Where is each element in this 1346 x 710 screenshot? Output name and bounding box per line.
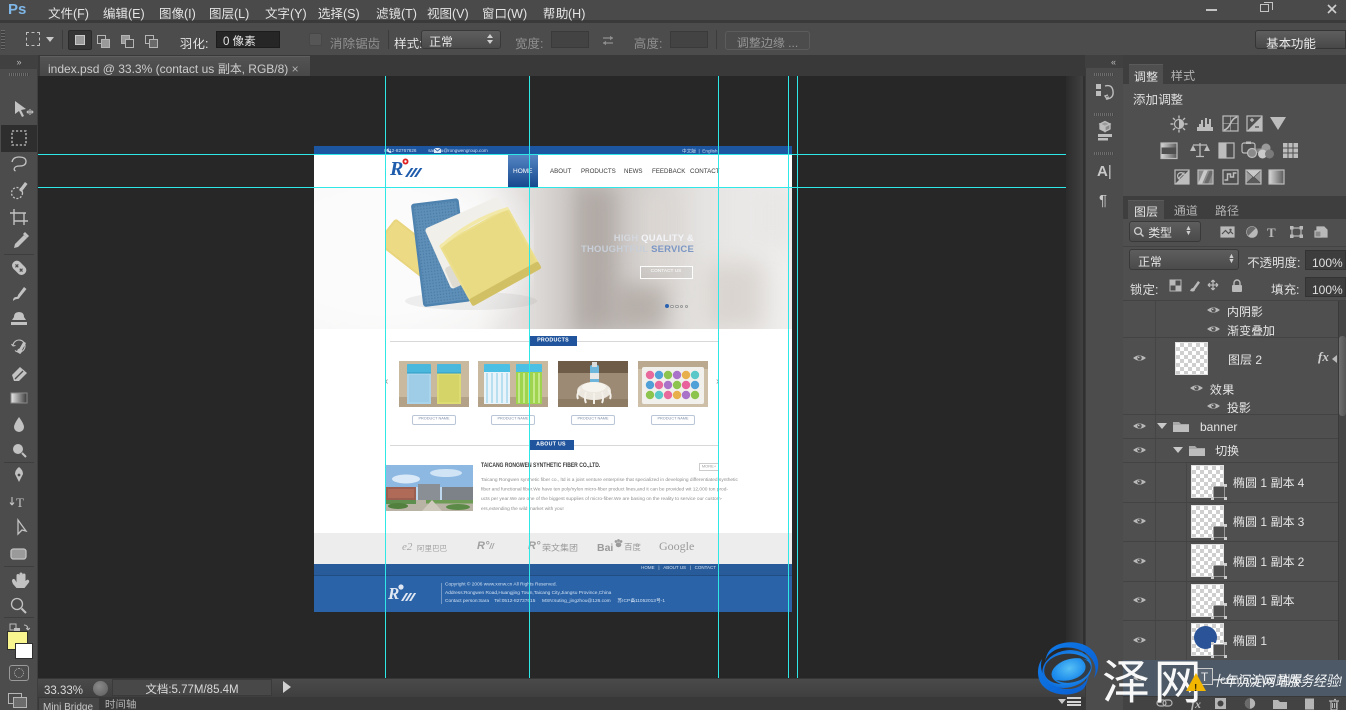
svg-text:T: T <box>1267 225 1276 239</box>
svg-text:R: R <box>388 584 399 603</box>
svg-text:T: T <box>16 495 24 510</box>
svg-text:R: R <box>390 158 403 180</box>
